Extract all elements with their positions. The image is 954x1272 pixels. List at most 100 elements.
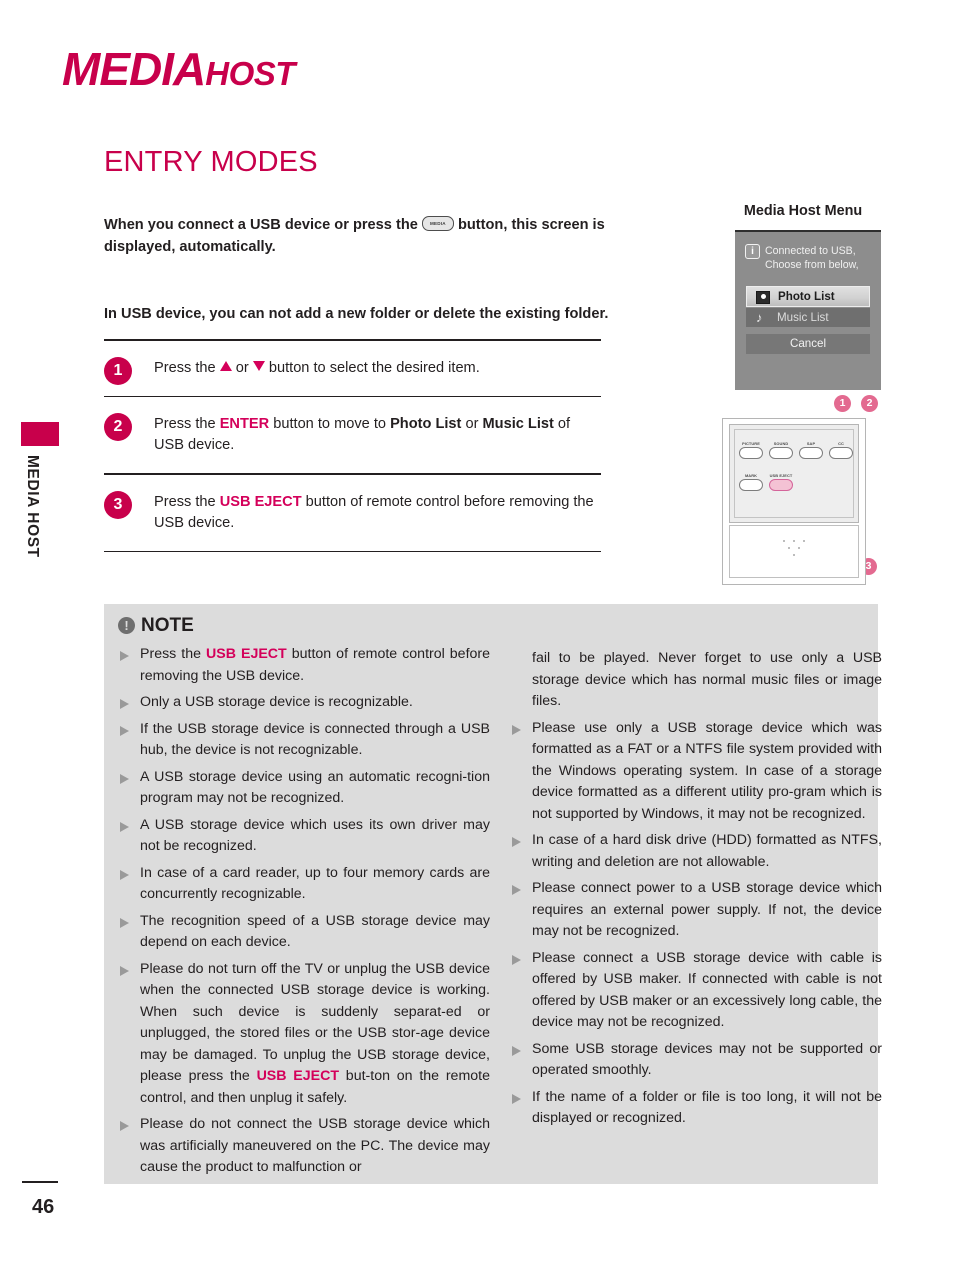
- page-number-rule: [22, 1181, 58, 1183]
- bullet-triangle-icon: [120, 965, 129, 976]
- menu-options-list: Photo List ♪ Music List Cancel: [746, 286, 870, 355]
- step1-after: button to select the desired item.: [264, 359, 480, 376]
- remote-control-figure: PICTURE SOUND SAP CC MARK USB EJECT: [722, 418, 866, 585]
- note-item: Press the USB EJECT button of remote con…: [118, 644, 490, 687]
- bullet-triangle-icon: [120, 725, 129, 736]
- step-text-3: Press the USB EJECT button of remote con…: [154, 492, 601, 534]
- intro-text: When you connect a USB device or press t…: [104, 214, 624, 325]
- note-item: A USB storage device which uses its own …: [118, 815, 490, 858]
- note-item-text: In case of a hard disk drive (HDD) forma…: [532, 832, 882, 870]
- callout-badge-1: 1: [834, 395, 851, 412]
- remote-lower-body: [729, 525, 859, 578]
- document-page: MEDIA HOST 46 MEDIAHOST ENTRY MODES When…: [0, 0, 954, 1272]
- step2-music-list: Music List: [482, 416, 554, 433]
- media-host-menu-screen: i Connected to USB, Choose from below, P…: [735, 230, 881, 390]
- remote-button-usb-eject[interactable]: [769, 479, 793, 491]
- bullet-triangle-icon: [512, 837, 521, 847]
- arrow-up-icon: [219, 360, 232, 371]
- arrow-down-icon: [252, 360, 265, 371]
- note-item: If the USB storage device is connected t…: [118, 719, 490, 762]
- step-item-1: 1 Press the or button to select the desi…: [104, 341, 601, 396]
- remote-button-cc[interactable]: [829, 447, 853, 459]
- note-item-text: In case of a card reader, up to four mem…: [140, 864, 490, 903]
- info-icon: i: [745, 244, 760, 259]
- note-item: In case of a card reader, up to four mem…: [118, 863, 490, 906]
- remote-label-sound: SOUND: [773, 441, 789, 446]
- step-item-2: 2 Press the ENTER button to move to Phot…: [104, 397, 601, 473]
- menu-item-music-list-label: Music List: [777, 311, 829, 324]
- note-item: A USB storage device using an automatic …: [118, 767, 490, 810]
- menu-info-line-1: Connected to USB,: [765, 245, 856, 257]
- intro-paragraph-2: In USB device, you can not add a new fol…: [104, 306, 609, 322]
- step-badge-3: 3: [104, 490, 132, 519]
- sidebar-color-tab: [21, 422, 59, 446]
- bullet-triangle-icon: [120, 651, 129, 661]
- intro-line1-before: When you connect a USB device or press t…: [104, 217, 422, 233]
- steps-list: 1 Press the or button to select the desi…: [104, 339, 601, 553]
- remote-button-picture[interactable]: [739, 447, 763, 459]
- note-column-left: Press the USB EJECT button of remote con…: [118, 644, 490, 1184]
- music-note-icon: ♪: [756, 310, 763, 325]
- note-keyword-usb-eject: USB EJECT: [206, 646, 287, 662]
- remote-dot-pattern: [779, 540, 809, 562]
- step2-t1: Press the: [154, 416, 220, 433]
- note-item: Please connect power to a USB storage de…: [510, 878, 882, 943]
- masthead-primary: MEDIA: [62, 43, 206, 95]
- exclamation-icon: !: [118, 617, 135, 634]
- note-item-pre: Please do not turn off the TV or unplug …: [140, 960, 490, 1085]
- step-item-3: 3 Press the USB EJECT button of remote c…: [104, 475, 601, 551]
- remote-callouts-top: 1 2: [834, 395, 894, 413]
- menu-info-block: i Connected to USB, Choose from below,: [745, 244, 873, 272]
- menu-item-photo-list-label: Photo List: [778, 290, 835, 303]
- note-heading-label: NOTE: [141, 615, 194, 636]
- note-item-text: fail to be played. Never forget to use o…: [532, 650, 882, 709]
- remote-label-cc: CC: [838, 441, 844, 446]
- note-item: Only a USB storage device is recognizabl…: [118, 692, 490, 714]
- note-item: Some USB storage devices may not be supp…: [510, 1039, 882, 1082]
- note-box: ! NOTE Press the USB EJECT button of remo…: [104, 604, 882, 1184]
- note-item-continued: fail to be played. Never forget to use o…: [510, 648, 882, 713]
- bullet-triangle-icon: [120, 917, 129, 928]
- remote-button-sap[interactable]: [799, 447, 823, 459]
- photo-icon: [756, 291, 770, 304]
- bullet-triangle-icon: [512, 885, 521, 895]
- step-badge-1: 1: [104, 356, 132, 385]
- page-title: ENTRY MODES: [104, 146, 318, 178]
- note-item-text: Please connect a USB storage device with…: [532, 949, 882, 1031]
- note-item-text: Please do not connect the USB storage de…: [140, 1116, 490, 1175]
- note-item-text: If the name of a folder or file is too l…: [532, 1088, 882, 1127]
- step-badge-2: 2: [104, 413, 132, 442]
- note-item-text: The recognition speed of a USB storage d…: [140, 912, 490, 951]
- remote-button-mark[interactable]: [739, 479, 763, 491]
- note-item-pre: Press the: [140, 646, 207, 662]
- bullet-triangle-icon: [120, 699, 129, 709]
- menu-item-photo-list[interactable]: Photo List: [746, 286, 870, 307]
- remote-label-sap: SAP: [806, 441, 816, 446]
- menu-info-text: Connected to USB, Choose from below,: [765, 244, 873, 272]
- note-item-text: Please use only a USB storage device whi…: [532, 719, 882, 822]
- bullet-triangle-icon: [512, 724, 521, 735]
- bullet-triangle-icon: [512, 1045, 521, 1056]
- bullet-triangle-icon: [120, 773, 129, 784]
- remote-button-panel-inner: PICTURE SOUND SAP CC MARK USB EJECT: [734, 429, 854, 518]
- sidebar-vertical-label: MEDIA HOST: [24, 455, 41, 558]
- bullet-triangle-icon: [120, 821, 129, 832]
- menu-item-music-list[interactable]: ♪ Music List: [746, 308, 870, 327]
- page-number: 46: [32, 1196, 55, 1218]
- menu-item-cancel[interactable]: Cancel: [746, 334, 870, 354]
- note-item: If the name of a folder or file is too l…: [510, 1087, 882, 1130]
- step3-keyword-usb-eject: USB EJECT: [219, 493, 302, 510]
- menu-info-line-2: Choose from below,: [765, 259, 859, 271]
- step2-keyword-enter: ENTER: [219, 416, 270, 433]
- media-host-button-icon: MEDIA HOST: [421, 216, 454, 231]
- remote-button-sound[interactable]: [769, 447, 793, 459]
- intro-paragraph-1: When you connect a USB device or press t…: [104, 214, 624, 258]
- step1-mid: or: [231, 359, 253, 376]
- step-text-2: Press the ENTER button to move to Photo …: [154, 414, 601, 456]
- remote-button-panel: PICTURE SOUND SAP CC MARK USB EJECT: [729, 424, 859, 523]
- bullet-triangle-icon: [512, 954, 521, 965]
- remote-label-mark: MARK: [744, 473, 758, 478]
- note-item: In case of a hard disk drive (HDD) forma…: [510, 830, 882, 873]
- step2-t2: button to move to: [269, 416, 391, 433]
- bullet-triangle-icon: [120, 869, 129, 880]
